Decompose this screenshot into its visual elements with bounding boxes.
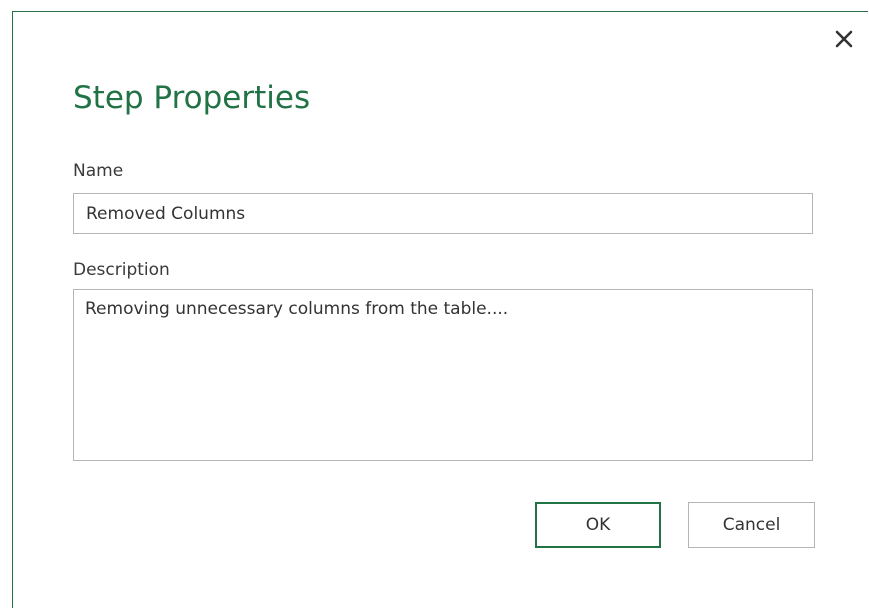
close-button[interactable] [833,28,855,50]
step-properties-dialog: Step Properties Name Description Removin… [12,11,868,608]
name-label: Name [73,161,124,181]
description-label: Description [73,260,170,280]
description-input[interactable]: Removing unnecessary columns from the ta… [73,289,813,461]
ok-button[interactable]: OK [535,502,661,548]
cancel-button[interactable]: Cancel [688,502,815,548]
close-icon [835,30,853,48]
dialog-title: Step Properties [73,80,311,116]
name-input[interactable] [73,193,813,234]
